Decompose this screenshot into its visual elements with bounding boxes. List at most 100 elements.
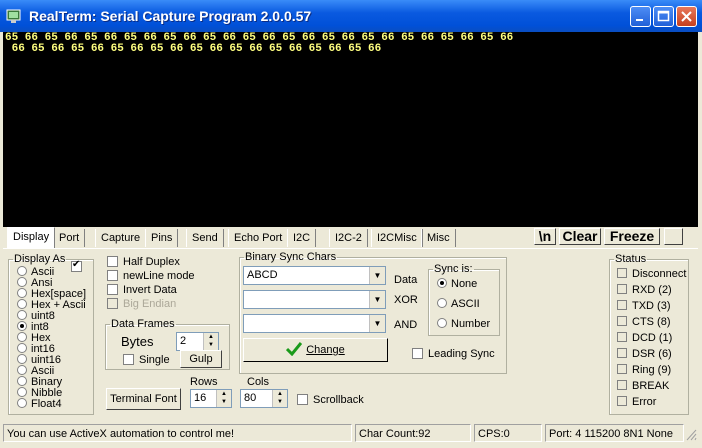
freeze-button[interactable]: Freeze [604,228,660,245]
title-bar[interactable]: RealTerm: Serial Capture Program 2.0.0.5… [0,0,702,32]
status-label: RXD (2) [632,284,672,296]
status-break[interactable]: BREAK [617,380,669,392]
status-label: CTS (8) [632,316,671,328]
newline-mode-checkbox[interactable]: newLine mode [107,270,195,282]
spin-arrows-icon[interactable]: ▲ ▼ [216,390,231,407]
status-dsr: DSR (6) [617,348,672,360]
terminal-display[interactable]: 65 66 65 66 65 66 65 66 65 66 65 66 65 6… [3,32,698,227]
option-label: None [451,278,478,290]
big-endian-checkbox[interactable]: Big Endian [107,298,176,310]
indicator-icon [617,348,627,358]
status-dcd: DCD (1) [617,332,672,344]
cols-stepper[interactable]: 80 ▲ ▼ [240,389,288,408]
radio-icon [17,299,27,309]
port-status: Port: 4 115200 8N1 None [545,424,684,442]
maximize-button[interactable] [653,6,674,27]
radio-icon [17,354,27,364]
change-label: Change [306,344,345,356]
checkbox-label: Half Duplex [123,256,180,268]
status-label: Disconnect [632,268,687,280]
sync-xor-combo[interactable]: ▼ [243,290,386,309]
clear-button[interactable]: Clear [559,228,601,245]
checkbox-icon [107,256,118,267]
sync-number-radio[interactable]: Number [437,318,490,330]
status-bar: You can use ActiveX automation to contro… [3,423,698,443]
radio-selected-icon [17,321,27,331]
spin-arrows-icon[interactable]: ▲ ▼ [272,390,287,407]
binary-sync-legend: Binary Sync Chars [245,251,337,263]
tab-strip: Display Port Capture Pins Send Echo Port… [3,227,698,248]
rows-stepper[interactable]: 16 ▲ ▼ [190,389,232,408]
option-label: Float4 [31,398,62,410]
option-label: ASCII [451,298,480,310]
sync-data-combo[interactable]: ABCD ▼ [243,266,386,285]
minimize-button[interactable] [630,6,651,27]
change-button[interactable]: Change [243,338,388,362]
display-as-checkbox[interactable] [71,259,87,273]
window-title: RealTerm: Serial Capture Program 2.0.0.5… [29,8,312,24]
sync-is-legend: Sync is: [434,263,473,275]
radio-icon [17,398,27,408]
chevron-down-icon[interactable]: ▼ [369,315,385,332]
half-duplex-checkbox[interactable]: Half Duplex [107,256,180,268]
gulp-button[interactable]: Gulp [180,350,222,368]
tab-echo-port[interactable]: Echo Port [228,229,289,247]
tab-capture[interactable]: Capture [95,229,147,247]
indicator-icon [617,268,627,278]
bytes-stepper[interactable]: 2 ▲ ▼ [176,332,219,351]
checkbox-label: newLine mode [123,270,195,282]
scrollback-checkbox[interactable]: Scrollback [297,394,364,406]
display-as-float4[interactable]: Float4 [17,398,62,410]
tab-port[interactable]: Port [53,229,86,247]
close-button[interactable] [676,6,697,27]
invert-data-checkbox[interactable]: Invert Data [107,284,177,296]
indicator-icon [617,396,627,406]
single-checkbox[interactable]: Single [123,354,170,366]
bytes-label: Bytes [121,334,154,349]
status-ring: Ring (9) [617,364,671,376]
check-icon [286,342,303,357]
cols-value: 80 [244,392,257,404]
indicator-icon [617,284,627,294]
checkbox-label: Single [139,354,170,366]
chevron-down-icon[interactable]: ▼ [369,291,385,308]
resize-grip-icon[interactable] [685,427,697,441]
checkbox-label: Leading Sync [428,348,495,360]
indicator-icon [617,332,627,342]
tab-i2c-2[interactable]: I2C-2 [329,229,368,247]
sync-ascii-radio[interactable]: ASCII [437,298,480,310]
option-label: Number [451,318,491,330]
radio-icon [17,365,27,375]
tab-misc[interactable]: Misc [421,229,456,247]
radio-icon [17,277,27,287]
display-as-legend: Display As [14,253,66,265]
status-disconnect[interactable]: Disconnect [617,268,686,280]
tab-pins[interactable]: Pins [145,229,179,247]
cps-readout: CPS:0 [474,424,542,442]
radio-icon [437,318,447,328]
xor-label: XOR [394,294,418,306]
rows-label: Rows [190,376,218,388]
terminal-font-button[interactable]: Terminal Font [106,388,181,410]
spin-arrows-icon[interactable]: ▲ ▼ [203,333,218,350]
tab-i2cmisc[interactable]: I2CMisc [371,229,423,247]
radio-icon [17,310,27,320]
sync-none-radio[interactable]: None [437,278,477,290]
newline-button[interactable]: \n [534,228,556,245]
tab-display[interactable]: Display [7,227,56,248]
leading-sync-checkbox[interactable]: Leading Sync [412,348,495,360]
status-label: Error [632,396,657,408]
tab-i2c[interactable]: I2C [287,229,317,247]
checkbox-icon [297,394,308,405]
checkbox-label: Invert Data [123,284,177,296]
tab-send[interactable]: Send [186,229,224,247]
and-label: AND [394,319,418,331]
data-label: Data [394,274,418,286]
status-error[interactable]: Error [617,396,656,408]
status-txd: TXD (3) [617,300,671,312]
indicator-icon [617,300,627,310]
chevron-down-icon[interactable]: ▼ [369,267,385,284]
cols-label: Cols [247,376,270,388]
sync-and-combo[interactable]: ▼ [243,314,386,333]
blank-button[interactable] [664,228,683,245]
